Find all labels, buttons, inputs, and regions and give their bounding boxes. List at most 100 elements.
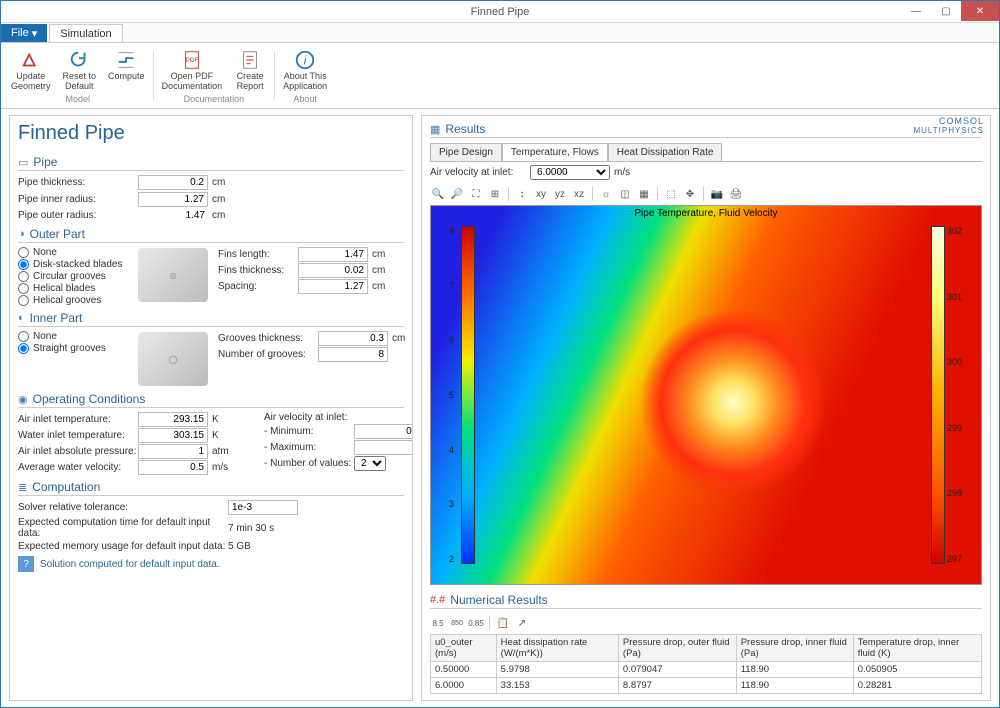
air-velocity-select[interactable]: 6.0000 [530, 165, 610, 180]
create-report-button[interactable]: Create Report [230, 47, 270, 93]
air-inlet-temp-input[interactable] [138, 412, 208, 427]
results-icon: ▦ [430, 123, 440, 136]
minimize-button[interactable]: — [901, 1, 931, 21]
tab-pipe-design[interactable]: Pipe Design [430, 143, 502, 161]
axis-icon[interactable]: ↕ [514, 186, 530, 202]
plot-area[interactable]: Pipe Temperature, Fluid Velocity 8765432… [430, 205, 982, 585]
table-full-icon[interactable]: 850 [449, 615, 465, 631]
table-header: Pressure drop, inner fluid (Pa) [736, 635, 853, 662]
tab-heat-dissipation[interactable]: Heat Dissipation Rate [608, 143, 723, 161]
table-toolbar: 8.5 850 0.85 📋 ↗ [430, 612, 982, 634]
fins-thickness-input[interactable] [298, 263, 368, 278]
pipe-outer-label: Pipe outer radius: [18, 210, 138, 221]
table-header: u0_outer (m/s) [431, 635, 497, 662]
tolerance-input[interactable] [228, 500, 298, 515]
table-header: Temperature drop, inner fluid (K) [853, 635, 981, 662]
yz-view-icon[interactable]: yz [552, 186, 568, 202]
titlebar: Finned Pipe — ▢ ✕ [1, 1, 999, 23]
left-panel: Finned Pipe ▭Pipe Pipe thickness:cm Pipe… [9, 115, 413, 701]
grooves-thickness-input[interactable] [318, 331, 388, 346]
outer-helical-blades-radio[interactable] [18, 283, 29, 294]
pipe-inner-input[interactable] [138, 192, 208, 207]
inner-part-icon: ◐ [18, 312, 25, 324]
report-icon [239, 49, 261, 71]
colorbar-right [931, 226, 945, 564]
colorbar-left [461, 226, 475, 564]
zoom-in-icon[interactable]: 🔍 [430, 186, 446, 202]
table-export-icon[interactable]: ↗ [514, 615, 530, 631]
table-row[interactable]: 0.500005.97980.079047118.900.050905 [431, 662, 982, 678]
tab-temperature-flows[interactable]: Temperature, Flows [502, 143, 608, 161]
inner-part-title: Inner Part [30, 311, 83, 325]
zoom-box-icon[interactable]: ⛶ [468, 186, 484, 202]
operating-icon: ◉ [18, 393, 28, 406]
page-title: Finned Pipe [18, 122, 404, 145]
fins-length-input[interactable] [298, 247, 368, 262]
outer-part-preview: ◎ [138, 248, 208, 302]
computation-icon: ≣ [18, 481, 27, 494]
air-pressure-input[interactable] [138, 444, 208, 459]
open-pdf-button[interactable]: PDF Open PDF Documentation [158, 47, 227, 93]
grid-icon[interactable]: ▦ [636, 186, 652, 202]
outer-none-radio[interactable] [18, 247, 29, 258]
chevron-down-icon: ▾ [32, 27, 38, 40]
pipe-thickness-input[interactable] [138, 175, 208, 190]
colorbar-right-ticks: 302301300299298297 [947, 226, 975, 564]
outer-part-title: Outer Part [30, 227, 85, 241]
reset-icon [68, 49, 90, 71]
status-message: Solution computed for default input data… [40, 559, 220, 570]
tab-simulation[interactable]: Simulation [49, 24, 122, 42]
computation-title: Computation [32, 480, 100, 494]
maximize-button[interactable]: ▢ [931, 1, 961, 21]
xy-view-icon[interactable]: xy [533, 186, 549, 202]
pipe-thickness-label: Pipe thickness: [18, 177, 138, 188]
ribbon-group-doc: Documentation [184, 94, 245, 104]
move-icon[interactable]: ✥ [682, 186, 698, 202]
update-geometry-button[interactable]: Update Geometry [7, 47, 55, 93]
light-icon[interactable]: ☼ [598, 186, 614, 202]
geometry-icon [20, 49, 42, 71]
file-menu[interactable]: File▾ [1, 24, 47, 42]
water-inlet-temp-input[interactable] [138, 428, 208, 443]
table-header: Heat dissipation rate (W/(m*K)) [496, 635, 618, 662]
air-vel-max-input[interactable] [354, 440, 413, 455]
num-values-select[interactable]: 2 [354, 456, 386, 471]
inner-part-preview: ◯ [138, 332, 208, 386]
table-row[interactable]: 6.000033.1538.8797118.900.28281 [431, 678, 982, 694]
pipe-section-icon: ▭ [18, 156, 28, 169]
compute-button[interactable]: Compute [104, 47, 149, 93]
about-button[interactable]: i About This Application [279, 47, 331, 93]
print-icon[interactable]: 🖨 [728, 186, 744, 202]
window-title: Finned Pipe [471, 6, 530, 18]
avg-water-vel-input[interactable] [138, 460, 208, 475]
pipe-outer-value [138, 209, 208, 222]
snapshot-icon[interactable]: 📷 [709, 186, 725, 202]
operating-title: Operating Conditions [33, 392, 146, 406]
pdf-icon: PDF [181, 49, 203, 71]
transparency-icon[interactable]: ◫ [617, 186, 633, 202]
table-copy-icon[interactable]: 📋 [495, 615, 511, 631]
computation-time-value: 7 min 30 s [228, 523, 274, 534]
reset-to-default-button[interactable]: Reset to Default [59, 47, 101, 93]
num-grooves-input[interactable] [318, 347, 388, 362]
outer-helical-grooves-radio[interactable] [18, 295, 29, 306]
pipe-section-title: Pipe [33, 155, 57, 169]
xz-view-icon[interactable]: xz [571, 186, 587, 202]
outer-disk-radio[interactable] [18, 259, 29, 270]
plot-title: Pipe Temperature, Fluid Velocity [634, 208, 777, 219]
ribbon-group-model: Model [66, 94, 91, 104]
zoom-extents-icon[interactable]: ⊞ [487, 186, 503, 202]
zoom-out-icon[interactable]: 🔎 [449, 186, 465, 202]
table-format-icon[interactable]: 8.5 [430, 615, 446, 631]
help-icon[interactable]: ? [18, 556, 34, 572]
inner-straight-radio[interactable] [18, 343, 29, 354]
select-icon[interactable]: ⬚ [663, 186, 679, 202]
table-sci-icon[interactable]: 0.85 [468, 615, 484, 631]
spacing-input[interactable] [298, 279, 368, 294]
close-button[interactable]: ✕ [961, 1, 999, 21]
numerical-results-table: u0_outer (m/s)Heat dissipation rate (W/(… [430, 634, 982, 694]
air-vel-min-input[interactable] [354, 424, 413, 439]
ribbon-group-about: About [293, 94, 317, 104]
outer-circular-radio[interactable] [18, 271, 29, 282]
inner-none-radio[interactable] [18, 331, 29, 342]
